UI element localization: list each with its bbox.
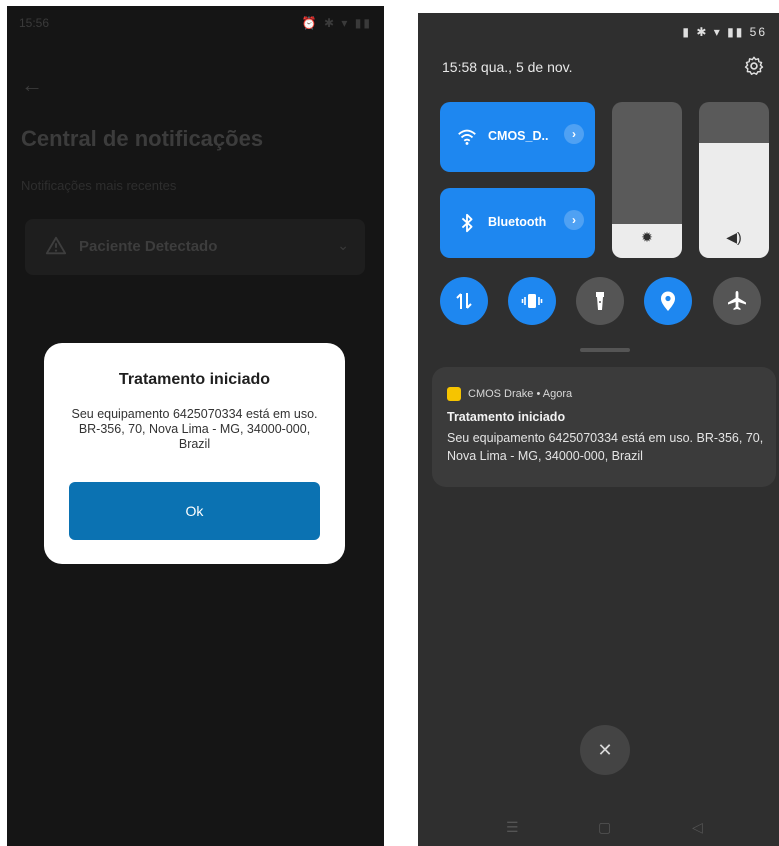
status-time: 15:56 (19, 16, 50, 30)
section-label: Notificações mais recentes (21, 178, 177, 193)
ok-button[interactable]: Ok (69, 482, 320, 540)
status-bar: 15:56 ⏰ ✱ ▾ ▮▮ (7, 6, 384, 42)
bluetooth-tile-label: Bluetooth (488, 215, 547, 229)
treatment-dialog: Tratamento iniciado Seu equipamento 6425… (44, 343, 345, 564)
bluetooth-icon (461, 213, 473, 233)
airplane-mode-toggle[interactable] (713, 277, 761, 325)
left-phone-screen: 15:56 ⏰ ✱ ▾ ▮▮ ← Central de notificações… (7, 6, 384, 846)
drag-handle[interactable] (580, 348, 630, 352)
mobile-data-icon (456, 293, 472, 309)
notification-card[interactable]: Paciente Detectado ⌄ (25, 219, 365, 275)
location-toggle[interactable] (644, 277, 692, 325)
volume-slider[interactable]: ◀) (699, 102, 769, 258)
menu-icon[interactable]: ☰ (506, 819, 519, 836)
battery-level: 56 (749, 25, 767, 39)
bluetooth-tile[interactable]: Bluetooth › (440, 188, 595, 258)
wifi-tile-label: CMOS_D.. (488, 129, 549, 143)
app-icon (447, 387, 461, 401)
dialog-title: Tratamento iniciado (118, 371, 271, 388)
notification-app-name: CMOS Drake • Agora (468, 388, 573, 400)
notification-title: Paciente Detectado (79, 238, 218, 255)
volume-icon: ◀) (726, 229, 742, 245)
flashlight-icon (596, 292, 604, 310)
chevron-down-icon[interactable]: ⌄ (337, 237, 349, 254)
vibrate-toggle[interactable] (508, 277, 556, 325)
gear-icon[interactable] (743, 55, 765, 77)
brightness-icon: ✹ (641, 229, 653, 245)
status-icons: ⏰ ✱ ▾ ▮▮ (301, 16, 372, 30)
wifi-icon (458, 129, 476, 145)
chevron-right-icon[interactable]: › (564, 124, 584, 144)
home-icon[interactable]: ▢ (598, 819, 611, 836)
close-icon: ✕ (597, 740, 613, 760)
notification-card[interactable]: CMOS Drake • Agora Tratamento iniciado S… (432, 367, 776, 487)
notification-body: Seu equipamento 6425070334 está em uso. … (447, 431, 764, 463)
wifi-tile[interactable]: CMOS_D.. › (440, 102, 595, 172)
airplane-icon (728, 291, 746, 310)
page-title: Central de notificações (21, 126, 264, 151)
status-icons: ▮ ✱ ▾ ▮▮ 56 (682, 25, 767, 39)
dialog-message: Seu equipamento 6425070334 está em uso. … (71, 407, 318, 451)
clock-date: 15:58 qua., 5 de nov. (442, 59, 573, 75)
navigation-bar: ☰ ▢ ◁ (418, 813, 779, 846)
right-phone-screen: ▮ ✱ ▾ ▮▮ 56 15:58 qua., 5 de nov. CMOS_D… (418, 13, 779, 846)
chevron-right-icon[interactable]: › (564, 210, 584, 230)
warning-icon (45, 236, 67, 255)
brightness-slider[interactable]: ✹ (612, 102, 682, 258)
arrow-left-icon[interactable]: ← (21, 72, 43, 98)
vibrate-icon (521, 294, 543, 308)
back-icon[interactable]: ◁ (692, 819, 703, 836)
location-icon (661, 291, 675, 311)
notification-title: Tratamento iniciado (447, 410, 566, 424)
mobile-data-toggle[interactable] (440, 277, 488, 325)
clear-all-button[interactable]: ✕ (580, 725, 630, 775)
flashlight-toggle[interactable] (576, 277, 624, 325)
